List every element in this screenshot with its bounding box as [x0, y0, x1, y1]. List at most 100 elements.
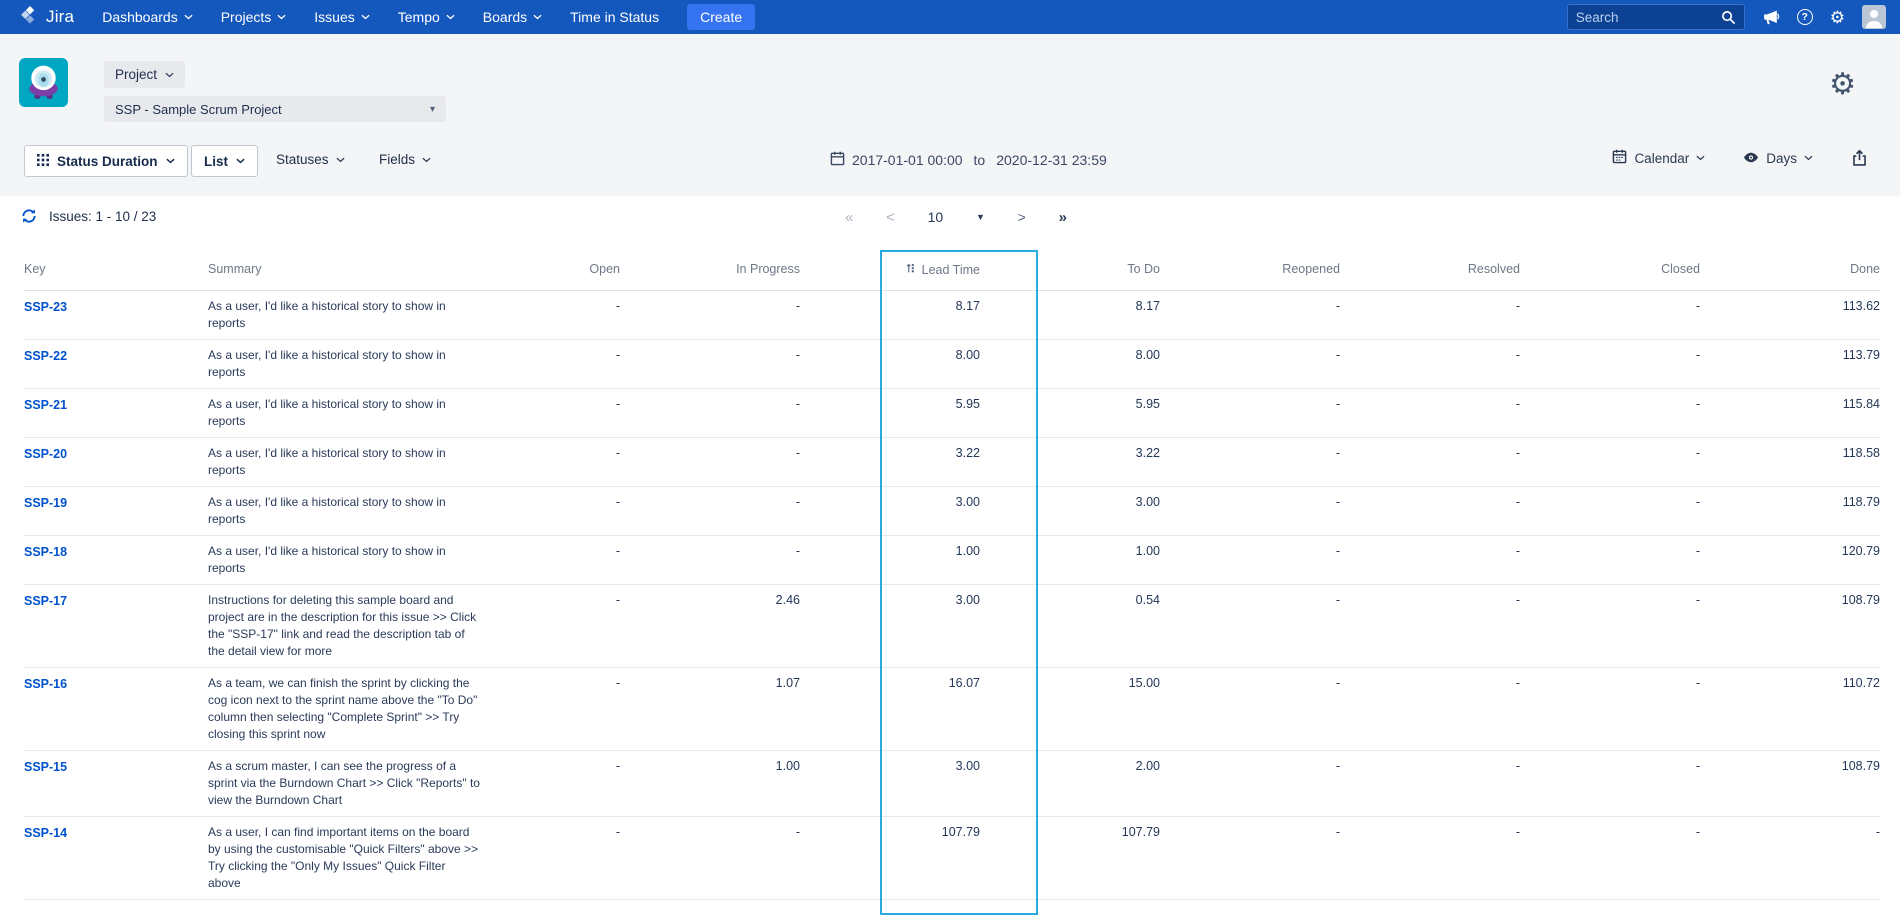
issue-key-link[interactable]: SSP-16: [24, 677, 67, 691]
cell-resolved: -: [1340, 824, 1520, 841]
first-page-button[interactable]: «: [845, 209, 853, 226]
calendar-type-dropdown[interactable]: Calendar: [1612, 149, 1705, 167]
cell-done: 108.79: [1700, 592, 1880, 609]
nav-item-dashboards[interactable]: Dashboards: [88, 0, 207, 34]
sort-icon: [906, 262, 917, 277]
col-header-done[interactable]: Done: [1700, 262, 1880, 277]
create-button[interactable]: Create: [687, 4, 755, 30]
gear-icon[interactable]: ⚙: [1830, 9, 1845, 26]
date-to: 2020-12-31 23:59: [996, 152, 1107, 168]
prev-page-button[interactable]: <: [886, 209, 895, 226]
issue-key-link[interactable]: SSP-19: [24, 496, 67, 510]
cell-lead-time: 107.79: [800, 824, 980, 841]
nav-item-projects[interactable]: Projects: [207, 0, 301, 34]
issue-key-link[interactable]: SSP-23: [24, 300, 67, 314]
cell-lead-time: 3.22: [800, 445, 980, 462]
cell-closed: -: [1520, 543, 1700, 560]
col-header-closed[interactable]: Closed: [1520, 262, 1700, 277]
col-header-summary[interactable]: Summary: [208, 262, 538, 277]
refresh-icon[interactable]: [21, 208, 37, 224]
col-header-open[interactable]: Open: [538, 262, 620, 277]
cell-summary: As a user, I'd like a historical story t…: [208, 445, 538, 479]
cell-open: -: [538, 543, 620, 560]
cell-key: SSP-20: [24, 445, 208, 463]
col-header-resolved[interactable]: Resolved: [1340, 262, 1520, 277]
cell-resolved: -: [1340, 758, 1520, 775]
last-page-button[interactable]: »: [1059, 209, 1067, 226]
cell-to-do: 3.00: [980, 494, 1160, 511]
cell-summary: As a user, I'd like a historical story t…: [208, 347, 538, 381]
date-range[interactable]: 2017-01-01 00:00 to 2020-12-31 23:59: [830, 151, 1107, 169]
issue-key-link[interactable]: SSP-20: [24, 447, 67, 461]
search-icon[interactable]: [1721, 10, 1736, 25]
cell-key: SSP-23: [24, 298, 208, 316]
nav-item-issues[interactable]: Issues: [300, 0, 383, 34]
table-row: SSP-19 As a user, I'd like a historical …: [24, 487, 1880, 536]
search-box[interactable]: [1567, 4, 1745, 30]
time-unit-dropdown[interactable]: Days: [1743, 151, 1813, 166]
cell-to-do: 0.54: [980, 592, 1160, 609]
table-row: SSP-17 Instructions for deleting this sa…: [24, 585, 1880, 668]
cell-summary: Instructions for deleting this sample bo…: [208, 592, 538, 660]
statuses-dropdown[interactable]: Statuses: [276, 152, 345, 167]
issue-key-link[interactable]: SSP-21: [24, 398, 67, 412]
fields-dropdown[interactable]: Fields: [379, 152, 431, 167]
nav-item-time-in-status[interactable]: Time in Status: [556, 0, 673, 34]
date-from: 2017-01-01 00:00: [852, 152, 963, 168]
issue-key-link[interactable]: SSP-15: [24, 760, 67, 774]
cell-open: -: [538, 592, 620, 609]
issue-summary: As a user, I'd like a historical story t…: [208, 543, 480, 577]
issue-key-link[interactable]: SSP-22: [24, 349, 67, 363]
next-page-button[interactable]: >: [1018, 209, 1026, 225]
cell-summary: As a user, I can find important items on…: [208, 824, 538, 892]
cell-closed: -: [1520, 396, 1700, 413]
report-type-button[interactable]: Status Duration: [24, 145, 188, 177]
col-header-reopened[interactable]: Reopened: [1160, 262, 1340, 277]
issue-summary: As a user, I'd like a historical story t…: [208, 347, 480, 381]
user-avatar[interactable]: [1862, 5, 1886, 29]
issue-key-link[interactable]: SSP-18: [24, 545, 67, 559]
issue-summary: As a team, we can finish the sprint by c…: [208, 675, 480, 743]
cell-to-do: 1.00: [980, 543, 1160, 560]
issue-summary: As a scrum master, I can see the progres…: [208, 758, 480, 809]
cell-done: 120.79: [1700, 543, 1880, 560]
page-size-value[interactable]: 10: [928, 209, 944, 225]
table-header-row: Key Summary Open In Progress Lead Time T…: [24, 250, 1880, 291]
cell-in-progress: -: [620, 396, 800, 413]
search-input[interactable]: [1576, 10, 1721, 25]
issue-key-link[interactable]: SSP-14: [24, 826, 67, 840]
nav-right-cluster: ? ⚙: [1567, 4, 1886, 30]
cell-key: SSP-19: [24, 494, 208, 512]
nav-item-boards[interactable]: Boards: [469, 0, 556, 34]
table-row: SSP-22 As a user, I'd like a historical …: [24, 340, 1880, 389]
jira-logo-icon: [20, 5, 40, 30]
cell-to-do: 15.00: [980, 675, 1160, 692]
status-duration-table: Key Summary Open In Progress Lead Time T…: [24, 250, 1880, 900]
page-size-caret-icon[interactable]: ▼: [976, 212, 985, 222]
announcements-icon[interactable]: [1762, 9, 1780, 26]
col-header-to-do[interactable]: To Do: [980, 262, 1160, 277]
cell-summary: As a user, I'd like a historical story t…: [208, 494, 538, 528]
issue-key-link[interactable]: SSP-17: [24, 594, 67, 608]
table-row: SSP-16 As a team, we can finish the spri…: [24, 668, 1880, 751]
col-header-in-progress[interactable]: In Progress: [620, 262, 800, 277]
nav-item-tempo[interactable]: Tempo: [384, 0, 469, 34]
settings-gear-icon[interactable]: ⚙: [1829, 70, 1856, 100]
col-header-lead-time[interactable]: Lead Time: [800, 262, 980, 277]
cell-key: SSP-17: [24, 592, 208, 610]
export-icon[interactable]: [1851, 149, 1868, 167]
cell-done: 108.79: [1700, 758, 1880, 775]
help-icon[interactable]: ?: [1797, 9, 1813, 25]
col-header-key[interactable]: Key: [24, 262, 208, 277]
project-avatar[interactable]: [19, 58, 68, 107]
jira-logo[interactable]: Jira: [20, 5, 74, 30]
view-mode-button[interactable]: List: [191, 145, 258, 177]
cell-key: SSP-15: [24, 758, 208, 776]
date-separator: to: [970, 152, 990, 168]
project-select[interactable]: SSP - Sample Scrum Project ▾: [104, 96, 446, 122]
pagination: « < 10 ▼ > »: [845, 204, 1067, 230]
project-scope-button[interactable]: Project: [104, 61, 185, 88]
cell-resolved: -: [1340, 675, 1520, 692]
issue-summary: As a user, I'd like a historical story t…: [208, 396, 480, 430]
cell-to-do: 107.79: [980, 824, 1160, 841]
